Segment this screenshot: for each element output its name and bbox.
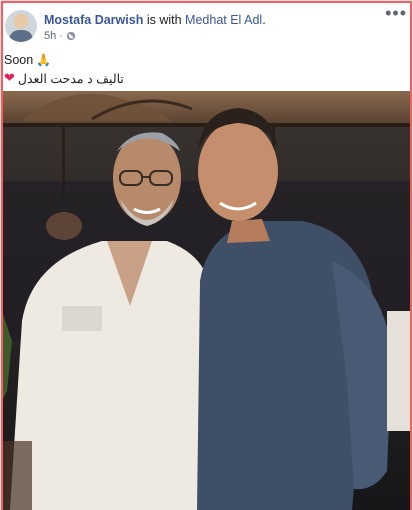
folded-hands-emoji-icon: 🙏	[36, 53, 52, 67]
meta-separator: ·	[59, 30, 63, 42]
post-photo[interactable]	[2, 91, 411, 510]
red-heart-emoji-icon: ❤	[4, 70, 15, 85]
facebook-post: Mostafa Darwish is with Medhat El Adl. 5…	[0, 0, 413, 510]
post-meta: 5h ·	[44, 30, 76, 42]
author-name-link[interactable]: Mostafa Darwish	[44, 13, 143, 27]
more-options-icon[interactable]: •••	[385, 4, 407, 22]
tagged-person-link[interactable]: Medhat El Adl	[185, 13, 262, 27]
globe-icon[interactable]	[66, 31, 76, 41]
photo-illustration	[2, 91, 411, 510]
caption-line-2: تاليف د مدحت العدل	[17, 71, 124, 86]
author-avatar[interactable]	[5, 10, 37, 42]
post-header: Mostafa Darwish is with Medhat El Adl. 5…	[0, 0, 413, 48]
with-suffix: .	[262, 13, 266, 27]
post-caption: Soon 🙏 تاليف د مدحت العدل ❤	[4, 52, 124, 86]
post-title: Mostafa Darwish is with Medhat El Adl.	[44, 13, 266, 27]
caption-line-1: Soon	[4, 53, 34, 67]
with-text: is with	[146, 13, 182, 27]
post-time-link[interactable]: 5h	[44, 30, 56, 42]
